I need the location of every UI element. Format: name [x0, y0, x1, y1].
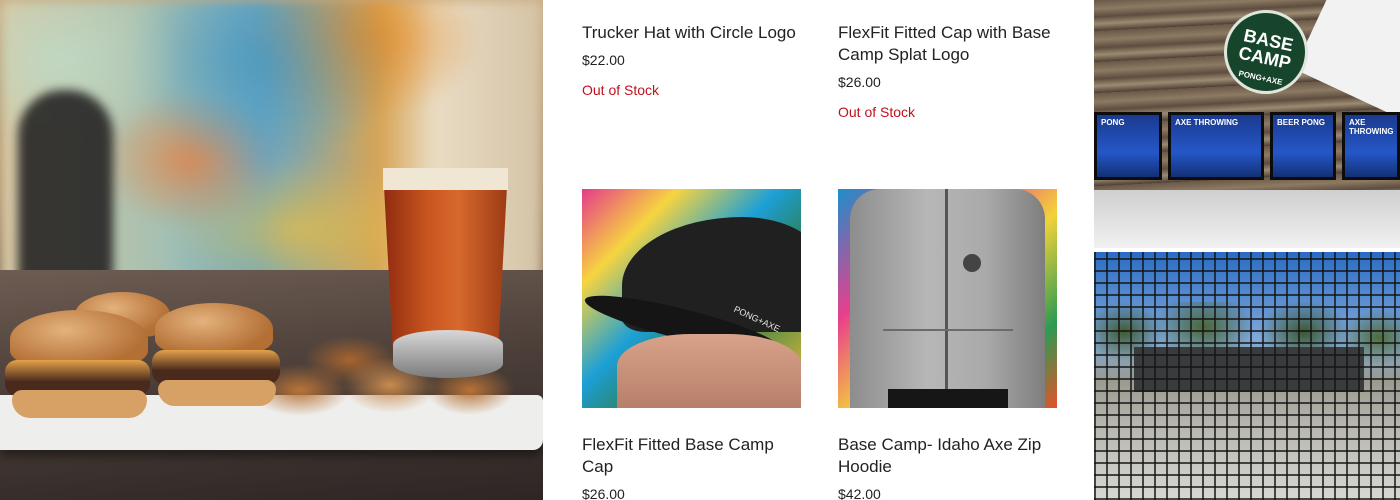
model-face [617, 334, 801, 408]
product-card[interactable]: FlexFit Fitted Cap with Base Camp Splat … [838, 22, 1068, 120]
tv-screen: BEER PONG [1270, 112, 1336, 180]
product-title[interactable]: FlexFit Fitted Base Camp Cap [582, 434, 802, 478]
hoodie-pocket [883, 329, 1013, 379]
slider-patty-2 [152, 350, 280, 384]
tv-screen-text: AXE THROWING [1349, 118, 1394, 136]
product-price: $26.00 [838, 74, 881, 90]
beer-foam [383, 168, 508, 190]
product-image-cap[interactable]: PONG+AXE [582, 189, 801, 408]
tv-screen-text: AXE THROWING [1175, 118, 1239, 127]
stock-status: Out of Stock [838, 104, 916, 120]
food-beer-photo [0, 0, 543, 500]
window-screen-mesh [1094, 252, 1400, 500]
product-title[interactable]: Base Camp- Idaho Axe Zip Hoodie [838, 434, 1058, 478]
product-grid: Trucker Hat with Circle Logo $22.00 Out … [543, 0, 1094, 500]
product-title[interactable]: Trucker Hat with Circle Logo [582, 22, 802, 44]
tv-screen-text: BEER PONG [1277, 118, 1326, 127]
product-card[interactable]: Trucker Hat with Circle Logo $22.00 Out … [582, 22, 802, 98]
product-card[interactable]: Base Camp- Idaho Axe Zip Hoodie $42.00 [838, 434, 1058, 500]
outdoor-view-photo [1094, 252, 1400, 500]
product-price: $22.00 [582, 52, 625, 68]
base-camp-logo-sign: BASE CAMP PONG+AXE [1216, 2, 1316, 102]
product-price: $42.00 [838, 486, 881, 500]
beer-glass [383, 168, 508, 353]
product-price: $26.00 [582, 486, 625, 500]
product-title[interactable]: FlexFit Fitted Cap with Base Camp Splat … [838, 22, 1068, 66]
tv-screen: PONG [1094, 112, 1162, 180]
lower-wall [1094, 190, 1400, 248]
tv-screen-text: PONG [1101, 118, 1125, 127]
slider-bun-bottom-2 [158, 380, 276, 406]
tv-screen: AXE THROWING [1342, 112, 1400, 180]
tv-screens: PONG AXE THROWING BEER PONG AXE THROWING [1094, 112, 1400, 187]
ceiling [1294, 0, 1400, 120]
slider-bun-bottom [12, 390, 147, 418]
tv-screen: AXE THROWING [1168, 112, 1264, 180]
stock-status: Out of Stock [582, 82, 660, 98]
product-card[interactable]: FlexFit Fitted Base Camp Cap $26.00 [582, 434, 802, 500]
model-pants [888, 389, 1008, 408]
hoodie-logo [963, 254, 981, 272]
venue-interior-photo: BASE CAMP PONG+AXE PONG AXE THROWING BEE… [1094, 0, 1400, 248]
sauce-cup [393, 330, 503, 378]
slider-bun-top-2 [155, 303, 273, 355]
product-image-hoodie[interactable] [838, 189, 1057, 408]
